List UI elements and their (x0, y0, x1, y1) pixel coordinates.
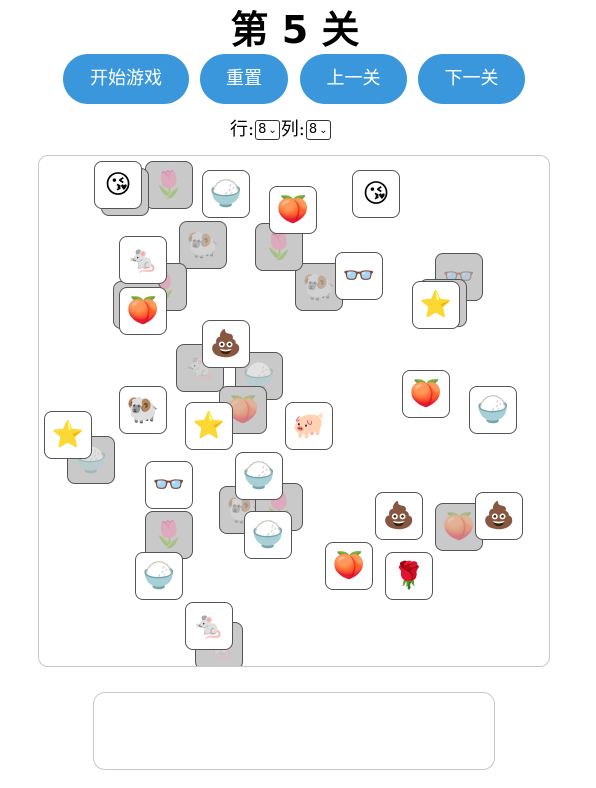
tile-rice[interactable]: 🍚 (135, 552, 183, 600)
tile-poop[interactable]: 💩 (375, 492, 423, 540)
mouse-icon: 🐁 (126, 245, 160, 275)
tile-glasses[interactable]: 👓 (335, 252, 383, 300)
reset-button[interactable]: 重置 (200, 54, 288, 104)
rice-icon: 🍚 (476, 395, 510, 425)
sheep-icon: 🐏 (126, 395, 160, 425)
tile-mouse[interactable]: 🐁 (185, 602, 233, 650)
kiss-face-icon: 😘 (362, 179, 390, 209)
game-board: 🐏🌷🌷🐏🌷👓🍑🐁🍚🍑🍚🐏🌷🌷🍑🐁😘⭐😘🍚🍑😘🐁👓⭐🍑💩🍑🍚🐏⭐🐖⭐👓🍚🍚💩💩🍑🌹… (38, 155, 550, 667)
glasses-icon: 👓 (152, 470, 186, 500)
rows-select[interactable]: 8 ⌄ (255, 120, 280, 140)
tile-poop[interactable]: 💩 (202, 320, 250, 368)
chevron-down-icon: ⌄ (319, 125, 328, 136)
next-level-button[interactable]: 下一关 (418, 54, 525, 104)
cols-select-value: 8 (308, 122, 318, 137)
tile-mouse[interactable]: 🐁 (119, 236, 167, 284)
pig-icon: 🐖 (292, 411, 326, 441)
start-game-button[interactable]: 开始游戏 (63, 54, 189, 104)
poop-icon: 💩 (382, 501, 416, 531)
star-icon: ⭐ (51, 420, 85, 450)
peach-icon: 🍑 (442, 512, 476, 542)
chevron-down-icon: ⌄ (268, 125, 277, 136)
rose-icon: 🌹 (392, 561, 426, 591)
rows-label: 行: (230, 119, 255, 140)
previous-level-button[interactable]: 上一关 (300, 54, 407, 104)
tile-pig[interactable]: 🐖 (285, 402, 333, 450)
poop-icon: 💩 (482, 501, 516, 531)
peach-icon: 🍑 (409, 379, 443, 409)
rice-icon: 🍚 (209, 179, 243, 209)
tile-tray (93, 692, 495, 770)
tile-sheep: 🐏 (179, 221, 227, 269)
tulip-icon: 🌷 (262, 232, 296, 262)
poop-icon: 💩 (209, 329, 243, 359)
tile-peach[interactable]: 🍑 (325, 542, 373, 590)
mouse-icon: 🐁 (192, 611, 226, 641)
tulip-icon: 🌷 (152, 520, 186, 550)
tile-rose[interactable]: 🌹 (385, 552, 433, 600)
tile-tulip: 🌷 (145, 161, 193, 209)
cols-select[interactable]: 8 ⌄ (305, 120, 331, 140)
tile-rice[interactable]: 🍚 (469, 386, 517, 434)
tile-kiss-face[interactable]: 😘 (352, 170, 400, 218)
tile-star[interactable]: ⭐ (44, 411, 92, 459)
peach-icon: 🍑 (332, 551, 366, 581)
tile-rice[interactable]: 🍚 (235, 452, 283, 500)
tile-sheep[interactable]: 🐏 (119, 386, 167, 434)
rice-icon: 🍚 (142, 561, 176, 591)
peach-icon: 🍑 (126, 296, 160, 326)
sheep-icon: 🐏 (302, 272, 336, 302)
peach-icon: 🍑 (276, 195, 310, 225)
tile-glasses[interactable]: 👓 (145, 461, 193, 509)
tulip-icon: 🌷 (152, 170, 186, 200)
kiss-face-icon: 😘 (104, 170, 132, 200)
rice-icon: 🍚 (251, 520, 285, 550)
level-title: 第 5 关 (230, 8, 360, 52)
cols-label: 列: (280, 119, 305, 140)
tile-peach[interactable]: 🍑 (269, 186, 317, 234)
grid-size-controls: 行: 8 ⌄ 列: 8 ⌄ (230, 118, 332, 142)
star-icon: ⭐ (419, 290, 453, 320)
tile-rice[interactable]: 🍚 (244, 511, 292, 559)
tile-poop[interactable]: 💩 (475, 492, 523, 540)
tile-rice[interactable]: 🍚 (202, 170, 250, 218)
tile-peach[interactable]: 🍑 (402, 370, 450, 418)
rice-icon: 🍚 (242, 461, 276, 491)
glasses-icon: 👓 (342, 261, 376, 291)
tile-kiss-face[interactable]: 😘 (94, 161, 142, 209)
sheep-icon: 🐏 (186, 230, 220, 260)
star-icon: ⭐ (192, 411, 226, 441)
tile-peach[interactable]: 🍑 (119, 287, 167, 335)
tile-star[interactable]: ⭐ (412, 281, 460, 329)
rows-select-value: 8 (258, 122, 267, 137)
tile-star[interactable]: ⭐ (185, 402, 233, 450)
